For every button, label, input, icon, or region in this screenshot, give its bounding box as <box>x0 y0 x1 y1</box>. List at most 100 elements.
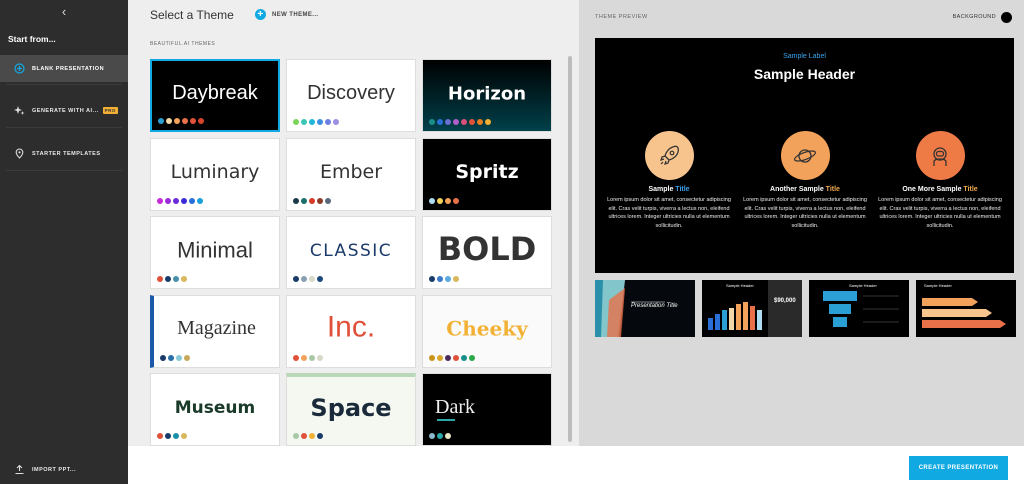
sidebar: ‹ Start from... BLANK PRESENTATION GENER… <box>0 0 128 484</box>
color-swatch <box>173 276 179 282</box>
sparkle-icon <box>14 105 25 116</box>
color-swatch <box>168 354 174 361</box>
thumbnail-title: Presentation Title <box>631 303 678 309</box>
color-palette <box>157 433 187 439</box>
sidebar-item-label: GENERATE WITH AI... <box>32 107 99 114</box>
color-swatch <box>157 276 163 282</box>
footer-bar: CREATE PRESENTATION <box>128 446 1024 484</box>
color-swatch <box>333 119 339 125</box>
plus-circle-icon <box>14 63 25 74</box>
divider <box>6 170 122 171</box>
theme-card-minimal[interactable]: Minimal <box>150 216 280 289</box>
color-swatch <box>429 276 435 282</box>
color-swatch <box>197 197 203 204</box>
import-ppt-button[interactable]: IMPORT PPT... <box>0 456 128 483</box>
color-swatch <box>453 354 459 361</box>
color-swatch <box>181 276 187 282</box>
color-swatch <box>469 119 475 125</box>
back-button[interactable]: ‹ <box>54 4 74 20</box>
color-palette <box>429 119 491 125</box>
color-palette <box>429 354 475 361</box>
theme-name: Cheeky <box>446 316 528 341</box>
color-swatch <box>317 276 323 282</box>
sidebar-item-generate-ai[interactable]: GENERATE WITH AI... PRO <box>0 97 128 124</box>
color-swatch <box>461 354 467 361</box>
theme-name: BOLD <box>437 229 537 268</box>
color-swatch <box>485 119 491 125</box>
color-swatch <box>293 354 299 361</box>
preview-thumbnail[interactable]: Sample Header <box>916 280 1016 337</box>
theme-card-space[interactable]: Space <box>286 373 416 446</box>
theme-card-dark[interactable]: Dark <box>422 373 552 446</box>
thumbnail-value: $90,000 <box>774 298 796 304</box>
color-swatch <box>157 433 163 439</box>
theme-name: Ember <box>319 160 383 183</box>
import-label: IMPORT PPT... <box>32 466 77 473</box>
preview-thumbnail[interactable]: Sample Header $90,000 <box>702 280 802 337</box>
theme-card-classic[interactable]: CLASSIC <box>286 216 416 289</box>
color-swatch <box>453 197 459 204</box>
new-theme-label: NEW THEME... <box>272 11 319 18</box>
theme-card-luminary[interactable]: Luminary <box>150 137 280 211</box>
create-presentation-button[interactable]: CREATE PRESENTATION <box>909 456 1008 480</box>
slide-sample-label: Sample Label <box>783 53 826 60</box>
color-swatch <box>437 433 443 439</box>
color-palette <box>157 276 187 282</box>
color-swatch <box>184 354 190 361</box>
theme-card-inc[interactable]: Inc. <box>286 294 416 368</box>
sidebar-item-starter-templates[interactable]: STARTER TEMPLATES <box>0 140 128 167</box>
theme-name: CLASSIC <box>309 240 393 261</box>
theme-card-horizon[interactable]: Horizon <box>422 59 552 132</box>
theme-card-museum[interactable]: Museum <box>150 373 280 446</box>
preview-label: THEME PREVIEW <box>595 14 648 20</box>
new-theme-button[interactable]: + NEW THEME... <box>255 9 318 20</box>
color-swatch <box>309 433 315 439</box>
color-swatch <box>160 354 166 361</box>
sidebar-item-blank-presentation[interactable]: BLANK PRESENTATION <box>0 55 128 82</box>
slide-column: Sample Title Lorem ipsum dolor sit amet,… <box>602 131 736 230</box>
color-swatch <box>301 354 307 361</box>
theme-name: Inc. <box>326 310 376 344</box>
color-swatch <box>317 197 323 204</box>
color-palette <box>157 197 203 204</box>
slide-column: One More Sample Title Lorem ipsum dolor … <box>873 131 1007 230</box>
preview-thumbnail[interactable]: Sample Header <box>809 280 909 337</box>
sidebar-item-label: STARTER TEMPLATES <box>32 150 101 157</box>
theme-card-spritz[interactable]: Spritz <box>422 137 552 211</box>
background-color-swatch[interactable] <box>1001 12 1012 23</box>
theme-card-magazine[interactable]: Magazine <box>150 294 280 368</box>
color-palette <box>160 354 190 361</box>
color-swatch <box>176 354 182 361</box>
theme-name: Dark <box>435 395 475 418</box>
color-palette <box>429 197 459 204</box>
preview-thumbnail[interactable]: Presentation Title <box>595 280 695 337</box>
color-swatch <box>157 197 163 204</box>
preview-slide: Sample Label Sample Header Sample Title … <box>595 38 1014 273</box>
color-swatch <box>182 118 188 124</box>
column-body: Lorem ipsum dolor sit amet, consectetur … <box>743 197 867 229</box>
theme-card-discovery[interactable]: Discovery <box>286 59 416 132</box>
color-swatch <box>181 197 187 204</box>
color-swatch <box>429 197 435 204</box>
color-swatch <box>469 354 475 361</box>
theme-name: Daybreak <box>172 81 258 104</box>
theme-name: Discovery <box>307 81 395 104</box>
color-swatch <box>325 197 331 204</box>
theme-card-daybreak[interactable]: Daybreak <box>150 59 280 132</box>
theme-card-cheeky[interactable]: Cheeky <box>422 294 552 368</box>
theme-card-bold[interactable]: BOLD <box>422 216 552 289</box>
column-body: Lorem ipsum dolor sit amet, consectetur … <box>878 197 1002 229</box>
color-swatch <box>445 276 451 282</box>
theme-card-ember[interactable]: Ember <box>286 137 416 211</box>
scrollbar[interactable] <box>568 56 572 442</box>
start-from-heading: Start from... <box>8 34 56 44</box>
color-swatch <box>301 276 307 282</box>
column-title-accent: Title <box>963 186 978 193</box>
sidebar-item-label: BLANK PRESENTATION <box>32 65 105 72</box>
divider <box>6 84 122 85</box>
color-palette <box>293 433 323 439</box>
page-title: Select a Theme <box>150 8 234 22</box>
color-palette <box>429 433 451 439</box>
color-swatch <box>453 119 459 125</box>
color-swatch <box>309 197 315 204</box>
